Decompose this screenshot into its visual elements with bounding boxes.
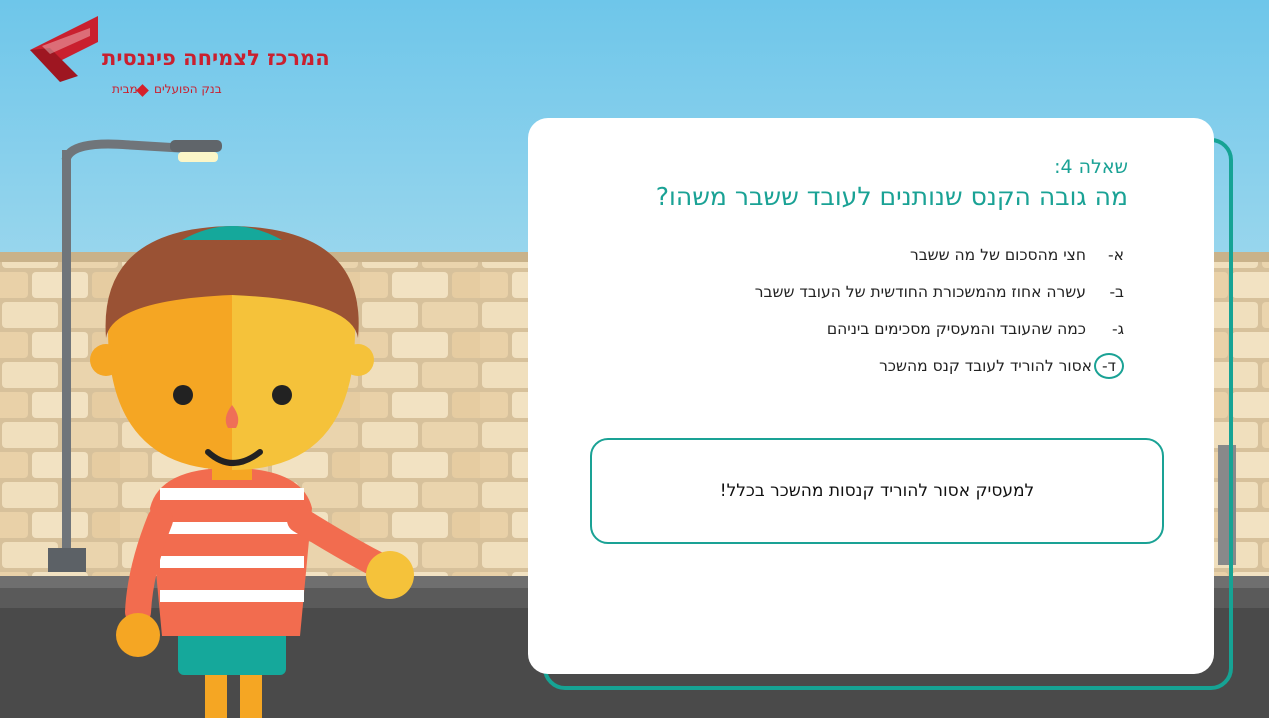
answers-list: א- חצי מהסכום של מה ששבר ב- עשרה אחוז מה… bbox=[755, 236, 1124, 384]
answer-option-c[interactable]: ג- כמה שהעובד והמעסיק מסכימים ביניהם bbox=[755, 310, 1124, 347]
answer-label: חצי מהסכום של מה ששבר bbox=[909, 245, 1086, 264]
question-text: מה גובה הקנס שנותנים לעובד ששבר משהו? bbox=[655, 182, 1128, 211]
answer-letter: א- bbox=[1108, 245, 1124, 264]
answer-letter: ג- bbox=[1112, 319, 1124, 338]
question-number: שאלה 4: bbox=[1054, 156, 1128, 178]
logo-title: המרכז לצמיחה פיננסית bbox=[102, 46, 330, 70]
answer-label: עשרה אחוז מהמשכורת החודשית של העובד ששבר bbox=[754, 282, 1086, 301]
bank-hapoalim-logo: המרכז לצמיחה פיננסית בנק הפועלים מבית bbox=[28, 12, 330, 97]
feedback-box: למעסיק אסור להוריד קנסות מהשכר בכלל! bbox=[590, 438, 1164, 544]
logo-subtitle-right: מבית bbox=[112, 82, 138, 96]
answer-label: כמה שהעובד והמעסיק מסכימים ביניהם bbox=[826, 319, 1086, 338]
question-card: שאלה 4: מה גובה הקנס שנותנים לעובד ששבר … bbox=[528, 118, 1214, 674]
logo-subtitle-left: בנק הפועלים bbox=[154, 82, 222, 96]
answer-option-d[interactable]: ד- אסור להוריד לעובד קנס מהשכר bbox=[755, 347, 1124, 384]
answer-option-a[interactable]: א- חצי מהסכום של מה ששבר bbox=[755, 236, 1124, 273]
feedback-text: למעסיק אסור להוריד קנסות מהשכר בכלל! bbox=[719, 481, 1035, 501]
answer-letter-selected: ד- bbox=[1094, 352, 1124, 379]
answer-label: אסור להוריד לעובד קנס מהשכר bbox=[879, 356, 1092, 375]
answer-option-b[interactable]: ב- עשרה אחוז מהמשכורת החודשית של העובד ש… bbox=[755, 273, 1124, 310]
answer-letter: ב- bbox=[1109, 282, 1124, 301]
